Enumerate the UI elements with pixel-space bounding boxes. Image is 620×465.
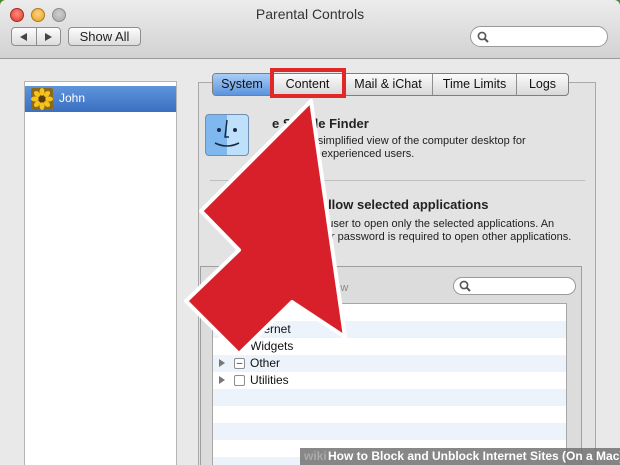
empty-row — [213, 389, 566, 406]
app-label: Internet — [250, 322, 291, 336]
app-label: Other — [250, 356, 281, 370]
watermark-text: How to Block and Unblock Internet Sites … — [328, 449, 620, 463]
app-checkbox[interactable] — [234, 307, 245, 318]
back-forward-control — [11, 27, 61, 46]
app-row-widgets[interactable]: ✓ Widgets — [213, 338, 566, 355]
back-arrow-icon — [20, 32, 28, 41]
app-label: Utilities — [250, 373, 289, 387]
finder-icon — [205, 114, 249, 156]
watermark-bar: wiki How to Block and Unblock Internet S… — [300, 448, 620, 465]
limit-apps-heading: y allow selected applications — [310, 197, 489, 212]
search-field[interactable] — [470, 26, 608, 47]
app-checkbox[interactable]: ✓ — [234, 341, 245, 352]
show-all-button[interactable]: Show All — [68, 27, 141, 46]
parental-controls-window: Parental Controls Show All John System C… — [0, 0, 620, 465]
app-label: Widgets — [250, 339, 294, 353]
disclosure-triangle-icon[interactable] — [219, 376, 225, 384]
limit-apps-desc-line2: rator password is required to open other… — [312, 231, 572, 243]
app-row-internet[interactable]: ✓ Internet — [213, 321, 566, 338]
forward-button[interactable] — [37, 28, 61, 45]
tab-time-limits[interactable]: Time Limits — [432, 74, 516, 95]
tab-logs[interactable]: Logs — [516, 74, 568, 95]
empty-row — [213, 406, 566, 423]
app-checkbox[interactable]: – — [234, 358, 245, 369]
tab-system[interactable]: System — [213, 74, 271, 95]
search-icon — [459, 280, 471, 292]
user-name: John — [59, 91, 86, 105]
limit-apps-desc-line1: he user to open only the selected applic… — [312, 218, 555, 230]
app-label: iLife — [250, 305, 273, 319]
search-icon — [477, 31, 489, 43]
section-divider — [210, 180, 585, 181]
content-tab-highlight-box — [270, 68, 346, 98]
window-title: Parental Controls — [255, 6, 365, 22]
back-button[interactable] — [12, 28, 37, 45]
user-avatar — [31, 88, 53, 110]
flower-icon — [31, 88, 53, 110]
tab-mail-ichat[interactable]: Mail & iChat — [343, 74, 432, 95]
simple-finder-desc-line1: s a simplified view of the computer desk… — [300, 135, 526, 147]
empty-row — [213, 423, 566, 440]
app-search-field[interactable] — [453, 277, 576, 295]
wikihow-logo: wiki — [304, 449, 327, 463]
title-bar: Parental Controls Show All — [0, 0, 620, 59]
app-checkbox[interactable]: ✓ — [234, 324, 245, 335]
user-row-john[interactable]: John — [25, 86, 176, 112]
application-list: iLife ✓ Internet ✓ Widgets – Other Utili… — [212, 303, 567, 465]
simple-finder-desc-line2: or inexperienced users. — [300, 148, 415, 160]
forward-arrow-icon — [44, 32, 52, 41]
finder-face-icon — [214, 119, 240, 147]
simple-finder-heading: e Simple Finder — [272, 116, 369, 131]
apps-hint-label: e applic to allow — [270, 282, 349, 294]
app-checkbox[interactable] — [234, 375, 245, 386]
app-row-ilife[interactable]: iLife — [213, 304, 566, 321]
user-list: John — [24, 81, 177, 465]
disclosure-triangle-icon[interactable] — [219, 359, 225, 367]
app-row-utilities[interactable]: Utilities — [213, 372, 566, 389]
tab-bar: System Content Mail & iChat Time Limits … — [212, 73, 569, 96]
app-row-other[interactable]: – Other — [213, 355, 566, 372]
